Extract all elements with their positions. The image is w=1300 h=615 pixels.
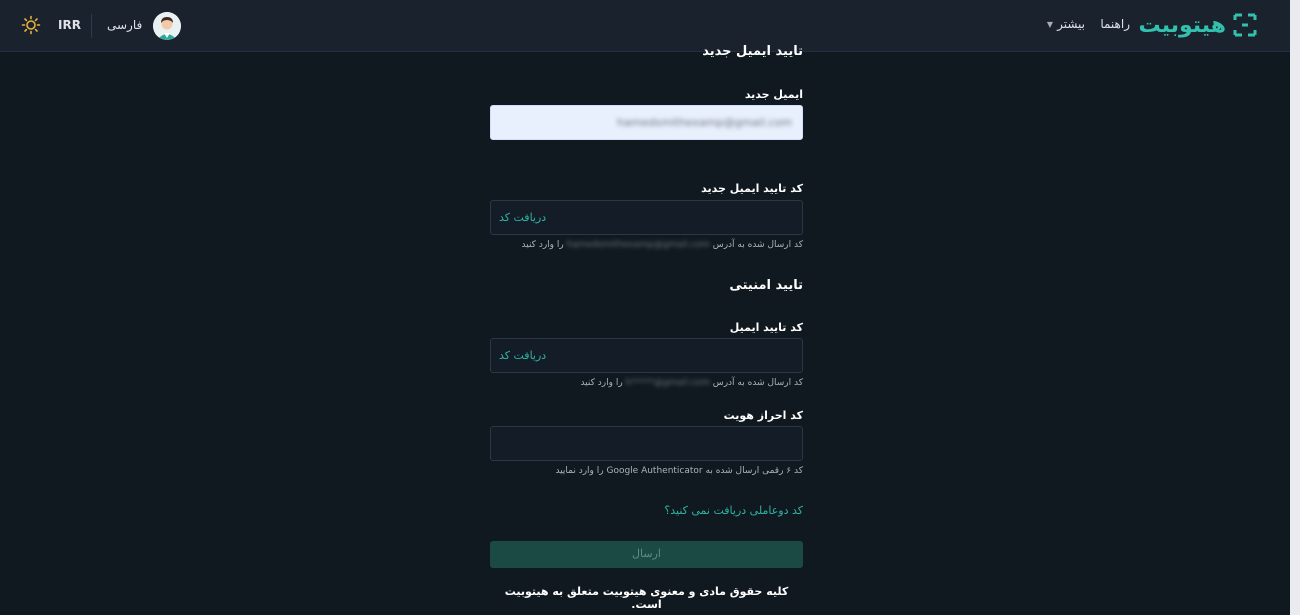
caret-down-icon: ▼ (1046, 19, 1054, 29)
auth-code-input[interactable] (490, 426, 803, 461)
page-scrollbar[interactable] (1290, 0, 1300, 615)
new-email-code-hint: کد ارسال شده به آدرس hamedsmithexamp@gma… (490, 240, 803, 250)
currency-selector[interactable]: IRR (58, 18, 81, 32)
language-selector[interactable]: فارسی (107, 18, 142, 32)
site-logo[interactable]: هیتوبیت (1138, 12, 1258, 38)
auth-code-label: کد احراز هویت (723, 409, 803, 422)
new-email-value: hamedsmithexamp@gmail.com (616, 116, 792, 129)
hint-2-email: h*****@gmail.com (625, 378, 710, 388)
hint-2-suffix: را وارد کنید (580, 378, 623, 388)
sun-icon[interactable] (21, 15, 41, 35)
main-content: تایید ایمیل جدید ایمیل جدید hamedsmithex… (0, 44, 1290, 615)
email-code-label: کد تایید ایمیل (729, 321, 803, 334)
hint-2-prefix: کد ارسال شده به آدرس (712, 378, 803, 388)
get-code-button-new-email[interactable]: دریافت کد (499, 211, 546, 224)
auth-code-hint: کد ۶ رقمی ارسال شده به Google Authentica… (555, 466, 803, 476)
user-avatar[interactable] (153, 12, 181, 40)
nav-more-menu[interactable]: بیشتر ▼ (1047, 17, 1085, 31)
hint-1-prefix: کد ارسال شده به آدرس (712, 240, 803, 250)
email-code-input[interactable]: دریافت کد (490, 338, 803, 373)
nav-more-label: بیشتر (1057, 17, 1085, 31)
submit-button[interactable]: ارسال (490, 541, 803, 568)
new-email-label: ایمیل جدید (744, 88, 803, 101)
new-email-field[interactable]: hamedsmithexamp@gmail.com (490, 105, 803, 140)
email-code-hint: کد ارسال شده به آدرس h*****@gmail.com را… (490, 378, 803, 388)
header-divider (91, 14, 92, 38)
no-2fa-code-link[interactable]: کد دوعاملی دریافت نمی کنید؟ (490, 504, 803, 517)
logo-text: هیتوبیت (1138, 12, 1226, 38)
hint-1-suffix: را وارد کنید (521, 240, 564, 250)
security-section-title: تایید امنیتی (729, 278, 803, 293)
bracket-logo-icon (1232, 12, 1258, 38)
get-code-button-email[interactable]: دریافت کد (499, 349, 546, 362)
new-email-code-input[interactable]: دریافت کد (490, 200, 803, 235)
hint-1-email: hamedsmithexamp@gmail.com (566, 240, 710, 250)
nav-help-link[interactable]: راهنما (1100, 17, 1130, 31)
new-email-section-title: تایید ایمیل جدید (702, 44, 803, 59)
new-email-code-label: کد تایید ایمیل جدید (701, 182, 803, 195)
copyright-text: کلیه حقوق مادی و معنوی هیتوبیت متعلق به … (504, 585, 789, 611)
